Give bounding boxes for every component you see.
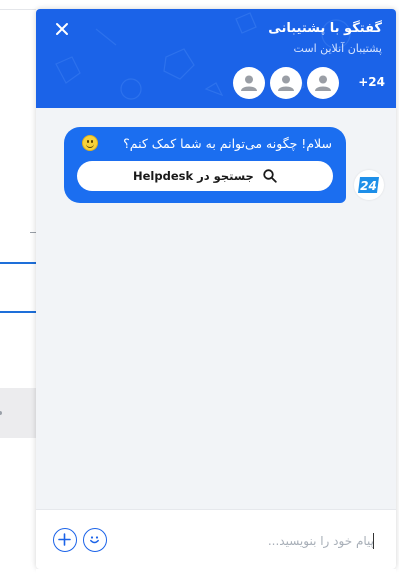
background-divider [0,9,36,10]
widget-bottom-edge [36,569,396,583]
close-icon [56,23,68,35]
helpdesk-search-label: جستجو در Helpdesk [133,169,254,183]
message-text: سلام! چگونه می‌توانم به شما کمک کنم؟ [123,136,332,151]
smiley-emoji [82,135,98,151]
agent-count-badge: +24 [358,75,385,89]
user-icon [241,75,257,91]
agent-avatar [233,67,265,99]
background-underline [0,262,36,264]
emoji-button[interactable] [83,528,107,552]
background-underline [0,311,36,313]
helpdesk-search-button[interactable]: جستجو در Helpdesk [77,161,333,191]
bot-avatar: 24 [354,170,384,200]
message-composer [36,509,396,569]
bot-logo-icon: 24 [358,177,379,193]
smiley-icon [90,536,99,544]
message-list[interactable]: 24 سلام! چگونه می‌توانم به شما کمک کنم؟ … [36,108,396,509]
chat-header: گفتگو با پشتیبانی پشتیبان آنلاین است +24 [36,9,396,108]
chat-widget: گفتگو با پشتیبانی پشتیبان آنلاین است +24 [36,9,396,569]
attach-button[interactable] [53,528,77,552]
agent-avatar [270,67,302,99]
message-input[interactable] [164,532,374,550]
bot-logo-text: 24 [360,179,377,193]
user-icon [278,75,294,91]
add-icon [58,533,71,546]
close-button[interactable] [53,20,71,38]
background-panel [0,388,36,438]
chat-title: گفتگو با پشتیبانی [268,21,382,36]
text-caret [373,533,374,549]
agent-avatar [307,67,339,99]
bot-message: سلام! چگونه می‌توانم به شما کمک کنم؟ جست… [64,127,346,203]
online-status: پشتیبان آنلاین است [293,42,382,55]
search-icon [263,169,277,183]
user-icon [315,75,331,91]
